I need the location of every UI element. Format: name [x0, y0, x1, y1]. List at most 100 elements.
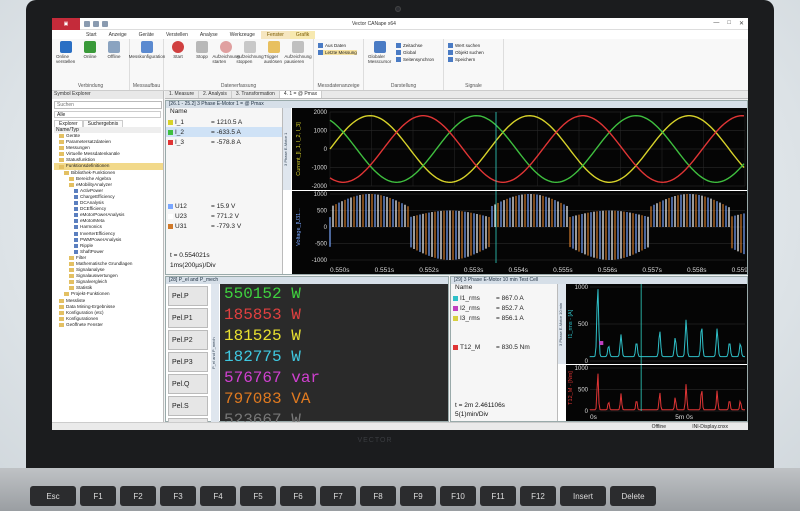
power-label[interactable]: Pel.P2 — [168, 330, 208, 350]
undo-icon[interactable] — [93, 20, 99, 27]
signal-row[interactable]: I2_rms = 852.7 A — [451, 303, 557, 313]
app-menu-button[interactable]: ▣ — [52, 18, 80, 30]
ribbon-tab-anzeige[interactable]: Anzeige — [103, 31, 133, 39]
signal-value: = 771.2 V — [211, 212, 240, 220]
ribbon-tab-start[interactable]: Start — [80, 31, 103, 39]
seitensynchron-item[interactable]: Seitensynchron — [396, 57, 434, 62]
key-f3[interactable]: F3 — [160, 486, 196, 506]
key-f2[interactable]: F2 — [120, 486, 156, 506]
doc-tab[interactable]: 3. Transformation — [232, 91, 280, 98]
doc-tab[interactable]: 2. Analysis — [199, 91, 232, 98]
key-f11[interactable]: F11 — [480, 486, 516, 506]
online-button[interactable]: Online — [80, 41, 100, 88]
ribbon-tab-grafik[interactable]: Grafik — [289, 30, 316, 39]
object-search-icon — [448, 50, 453, 55]
signal-row[interactable]: I_3 = -578.8 A — [166, 137, 282, 147]
pause-button[interactable]: Aufzeichnung pausieren — [284, 41, 312, 88]
power-unit-spacer — [282, 306, 292, 324]
signal-name: U31 — [175, 222, 187, 230]
rms-current-plot[interactable]: 1000 500 0 I1_rms - [A] — [566, 284, 747, 365]
ribbon-tab-analyse[interactable]: Analyse — [194, 31, 224, 39]
key-f10[interactable]: F10 — [440, 486, 476, 506]
trigger-button[interactable]: Trigger auslösen — [264, 41, 284, 88]
explorer-filter-select[interactable]: Alle — [54, 111, 161, 118]
minimize-button[interactable]: — — [713, 20, 719, 27]
signal-row[interactable]: I_2 = -633.5 A — [166, 127, 282, 137]
aufzeichnung-starten-button[interactable]: Aufzeichnung starten — [212, 41, 240, 88]
quick-access-toolbar — [84, 20, 108, 27]
power-label[interactable]: Pel.P — [168, 286, 208, 306]
explorer-search-input[interactable] — [54, 101, 162, 109]
ribbon-tab-verstellen[interactable]: Verstellen — [160, 31, 194, 39]
key-f1[interactable]: F1 — [80, 486, 116, 506]
stopp-button[interactable]: Stopp — [192, 41, 212, 88]
x-tick-label: 0.552s — [419, 267, 439, 274]
signal-color-swatch — [453, 305, 458, 311]
letzte-messung-item[interactable]: Letzte Messung — [318, 50, 357, 55]
y-tick-label: 1000 — [575, 285, 589, 291]
offline-button[interactable]: Offline — [104, 41, 124, 88]
folder-icon — [59, 316, 64, 321]
aus-daten-item[interactable]: Aus Daten — [318, 43, 357, 48]
power-label[interactable]: Pel.Q — [168, 374, 208, 394]
ribbon-group-verbindung: Online verstellen Online Offline Verbind… — [52, 39, 130, 90]
voltage-plot[interactable]: 1000 500 0 -500 -1000 Voltage_[U31... — [292, 191, 747, 264]
torque-plot[interactable]: 1000 500 0 T12_M - [Nm] 0s 5m 0s — [566, 365, 747, 421]
key-f7[interactable]: F7 — [320, 486, 356, 506]
online-verstellen-button[interactable]: Online verstellen — [56, 41, 76, 88]
redo-icon[interactable] — [102, 20, 108, 27]
ribbon-tab-fenster[interactable]: Fenster — [260, 30, 290, 39]
objekt-suchen-item[interactable]: Objekt suchen — [448, 50, 484, 55]
document-tabs: 1. Measure 2. Analysis 3. Transformation 4.… — [165, 91, 748, 99]
folder-icon — [59, 304, 64, 309]
key-f4[interactable]: F4 — [200, 486, 236, 506]
ribbon-tab-geräte[interactable]: Geräte — [133, 31, 160, 39]
emotor-window-title: [26.1 - 25.2] 3 Phase E-Motor 1 = @ Pmax — [166, 101, 747, 108]
y-tick-label: -1000 — [312, 166, 328, 172]
key-delete[interactable]: Delete — [610, 486, 656, 506]
key-f8[interactable]: F8 — [360, 486, 396, 506]
wert-suchen-item[interactable]: Wert suchen — [448, 43, 484, 48]
signal-row[interactable]: I3_rms = 856.1 A — [451, 313, 557, 323]
signal-row[interactable]: U31 = -779.3 V — [166, 221, 282, 231]
aufzeichnung-stoppen-button[interactable]: Aufzeichnung stoppen — [236, 41, 264, 88]
zeitachse-item[interactable]: Zeitachse — [396, 43, 434, 48]
signal-row[interactable]: T12_M = 830.5 Nm — [451, 342, 557, 352]
current-plot[interactable]: 2000 1000 0 -1000 -2000 Current_[I_1, I_2, I_… — [292, 108, 747, 190]
doc-tab[interactable]: 4. 1 = @ Pmax — [279, 91, 323, 98]
save-icon[interactable] — [84, 20, 90, 27]
key-f5[interactable]: F5 — [240, 486, 276, 506]
key-f9[interactable]: F9 — [400, 486, 436, 506]
function-icon — [74, 219, 78, 224]
x-tick-label: 0.556s — [598, 267, 618, 274]
maximize-button[interactable]: □ — [727, 20, 731, 27]
tab-suchergebnis[interactable]: Suchergebnis — [82, 120, 124, 127]
key-insert[interactable]: Insert — [560, 486, 606, 506]
speichern-item[interactable]: Speichern — [448, 57, 484, 62]
last-measurement-icon — [318, 50, 323, 55]
doc-tab[interactable]: 1. Measure — [165, 91, 200, 98]
global-item[interactable]: Global — [396, 50, 434, 55]
power-label[interactable]: Pel.S — [168, 396, 208, 416]
start-button[interactable]: Start — [168, 41, 188, 88]
tree-item[interactable]: Geöffnete Fenster — [54, 322, 163, 328]
signal-row[interactable]: I1_rms = 867.0 A — [451, 293, 557, 303]
power-label[interactable]: Pel.P1 — [168, 308, 208, 328]
emotor-vertical-tab[interactable]: 3 Phase E-Motor 1 — [283, 108, 291, 190]
power-values-display: 550152 W 185853 W 181525 W 182775 W 576767 v… — [220, 284, 448, 429]
tab-explorer[interactable]: Explorer — [54, 120, 83, 127]
ribbon-tab-werkzeuge[interactable]: Werkzeuge — [224, 31, 261, 39]
key-f12[interactable]: F12 — [520, 486, 556, 506]
status-mode: Offline — [651, 424, 666, 430]
signal-row[interactable]: U23 = 771.2 V — [166, 211, 282, 221]
key-f6[interactable]: F6 — [280, 486, 316, 506]
signal-row[interactable]: I_1 = 1210.5 A — [166, 117, 282, 127]
close-button[interactable]: ✕ — [739, 20, 744, 27]
globaler-messcursor-button[interactable]: Globaler Messcursor — [368, 41, 392, 88]
key-esc[interactable]: Esc — [30, 486, 76, 506]
power-label[interactable]: Pel.P3 — [168, 352, 208, 372]
power-vertical-tab[interactable]: P_el and P_mech — [211, 284, 219, 422]
testcell-vertical-tab[interactable]: 3 Phase E-Motor 10 min — [558, 284, 566, 364]
messkonfiguration-button[interactable]: Messkonfiguration — [129, 41, 165, 88]
signal-row[interactable]: U12 = 15.9 V — [166, 201, 282, 211]
